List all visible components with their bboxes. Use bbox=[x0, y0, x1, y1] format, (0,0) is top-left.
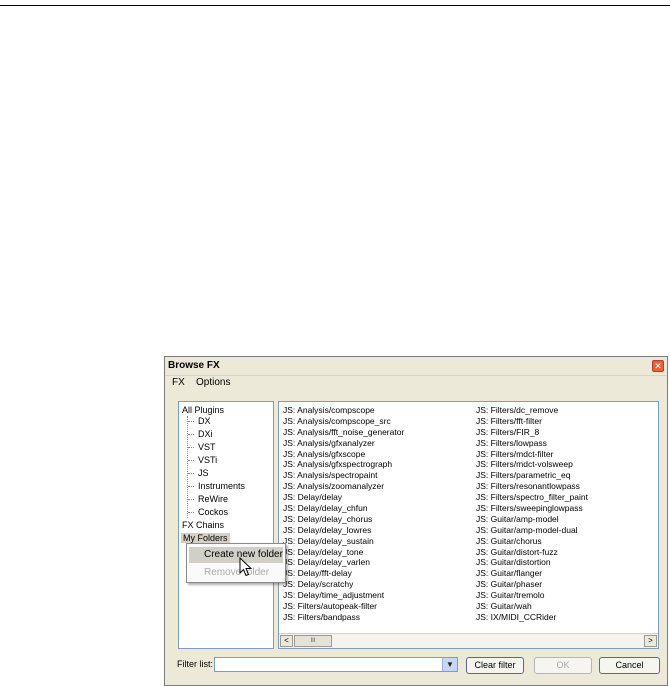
fx-list-item[interactable]: JS: Filters/FIR_8 bbox=[476, 427, 588, 438]
tree-branch bbox=[188, 486, 194, 487]
scroll-thumb[interactable]: III bbox=[294, 635, 332, 647]
tree-item-vsti[interactable]: VSTi bbox=[198, 455, 217, 465]
fx-list-item[interactable]: JS: Analysis/gfxscope bbox=[283, 449, 404, 460]
fx-list-item[interactable]: JS: Guitar/chorus bbox=[476, 536, 588, 547]
fx-list-item[interactable]: JS: Delay/delay_chfun bbox=[283, 503, 404, 514]
cancel-button[interactable]: Cancel bbox=[599, 657, 660, 674]
tree-item-dxi[interactable]: DXi bbox=[198, 429, 213, 439]
fx-list-item[interactable]: JS: Filters/sweepinglowpass bbox=[476, 503, 588, 514]
folder-context-menu: Create new folder Remove folder bbox=[186, 543, 286, 583]
grip-icon: III bbox=[310, 638, 316, 644]
fx-list-item[interactable]: JS: Filters/resonantlowpass bbox=[476, 481, 588, 492]
tree-item-my-folders[interactable]: My Folders bbox=[181, 533, 230, 543]
fx-list-item[interactable]: JS: Guitar/tremolo bbox=[476, 590, 588, 601]
fx-list-item[interactable]: JS: Guitar/distort-fuzz bbox=[476, 547, 588, 558]
filter-dropdown-button[interactable]: ▼ bbox=[442, 658, 457, 671]
fx-list-item[interactable]: JS: Filters/dc_remove bbox=[476, 405, 588, 416]
chevron-down-icon: ▼ bbox=[446, 660, 454, 669]
fx-list-item[interactable]: JS: Filters/bandpass bbox=[283, 612, 404, 623]
tree-item-rewire[interactable]: ReWire bbox=[198, 494, 228, 504]
fx-list-item[interactable]: JS: Delay/delay bbox=[283, 492, 404, 503]
tree-branch bbox=[188, 473, 194, 474]
fx-list-item[interactable]: JS: Filters/fft-filter bbox=[476, 416, 588, 427]
fx-list-item[interactable]: JS: Analysis/zoomanalyzer bbox=[283, 481, 404, 492]
tree-branch bbox=[188, 512, 194, 513]
fx-list-item[interactable]: JS: Filters/mdct-volsweep bbox=[476, 459, 588, 470]
tree-branch bbox=[188, 447, 194, 448]
fx-list[interactable]: JS: Analysis/compscope JS: Analysis/comps… bbox=[278, 401, 659, 649]
menu-options[interactable]: Options bbox=[196, 377, 230, 388]
tree-item-fx-chains[interactable]: FX Chains bbox=[182, 520, 224, 530]
filter-combobox[interactable]: ▼ bbox=[214, 657, 458, 672]
menu-item-remove-folder[interactable]: Remove folder bbox=[189, 565, 283, 581]
chevron-left-icon: < bbox=[284, 636, 289, 645]
fx-list-item[interactable]: JS: Delay/delay_chorus bbox=[283, 514, 404, 525]
fx-list-item[interactable]: JS: Guitar/amp-model-dual bbox=[476, 525, 588, 536]
filter-input[interactable] bbox=[217, 658, 437, 671]
fx-list-item[interactable]: JS: Delay/delay_varlen bbox=[283, 557, 404, 568]
tree-branch bbox=[188, 499, 194, 500]
tree-item-all-plugins[interactable]: All Plugins bbox=[182, 405, 224, 415]
fx-list-item[interactable]: JS: Delay/scratchy bbox=[283, 579, 404, 590]
close-button[interactable]: ✕ bbox=[652, 360, 664, 372]
fx-list-item[interactable]: JS: Guitar/phaser bbox=[476, 579, 588, 590]
menu-item-create-new-folder[interactable]: Create new folder bbox=[189, 547, 283, 563]
menu-bar: FX Options bbox=[165, 376, 667, 391]
clear-filter-button[interactable]: Clear filter bbox=[466, 657, 524, 674]
fx-list-item[interactable]: JS: Delay/time_adjustment bbox=[283, 590, 404, 601]
fx-list-item[interactable]: JS: Analysis/gfxanalyzer bbox=[283, 438, 404, 449]
fx-list-item[interactable]: JS: Filters/mdct-filter bbox=[476, 449, 588, 460]
fx-list-item[interactable]: JS: Delay/delay_sustain bbox=[283, 536, 404, 547]
menu-fx[interactable]: FX bbox=[172, 377, 185, 388]
tree-connector-line bbox=[187, 416, 188, 518]
chevron-right-icon: > bbox=[648, 636, 653, 645]
fx-column-right: JS: Filters/dc_remove JS: Filters/fft-fil… bbox=[476, 405, 588, 623]
horizontal-scrollbar[interactable]: < III > bbox=[279, 633, 658, 648]
scroll-right-button[interactable]: > bbox=[644, 635, 657, 647]
tree-item-cockos[interactable]: Cockos bbox=[198, 507, 228, 517]
fx-list-item[interactable]: JS: Guitar/flanger bbox=[476, 568, 588, 579]
page-top-rule bbox=[0, 5, 670, 6]
fx-list-item[interactable]: JS: Delay/fft-delay bbox=[283, 568, 404, 579]
mouse-pointer-icon bbox=[239, 557, 253, 577]
tree-branch bbox=[188, 421, 194, 422]
fx-list-item[interactable]: JS: Analysis/compscope_src bbox=[283, 416, 404, 427]
fx-list-item[interactable]: JS: Analysis/gfxspectrograph bbox=[283, 459, 404, 470]
fx-list-item[interactable]: JS: IX/MIDI_CCRider bbox=[476, 612, 588, 623]
folder-tree[interactable]: All Plugins DX DXi VST VSTi JS Instrumen… bbox=[178, 401, 274, 649]
browse-fx-window: Browse FX ✕ FX Options All Plugins DX DX… bbox=[164, 356, 668, 686]
tree-item-js[interactable]: JS bbox=[198, 468, 209, 478]
fx-list-item[interactable]: JS: Guitar/distortion bbox=[476, 557, 588, 568]
tree-branch bbox=[188, 460, 194, 461]
fx-list-item[interactable]: JS: Guitar/amp-model bbox=[476, 514, 588, 525]
close-icon: ✕ bbox=[654, 361, 662, 371]
title-bar: Browse FX ✕ bbox=[165, 357, 667, 376]
tree-item-instruments[interactable]: Instruments bbox=[198, 481, 245, 491]
window-title: Browse FX bbox=[168, 360, 220, 371]
fx-list-item[interactable]: JS: Filters/autopeak-filter bbox=[283, 601, 404, 612]
scroll-left-button[interactable]: < bbox=[280, 635, 293, 647]
fx-list-item[interactable]: JS: Analysis/compscope bbox=[283, 405, 404, 416]
fx-list-item[interactable]: JS: Guitar/wah bbox=[476, 601, 588, 612]
tree-branch bbox=[188, 434, 194, 435]
filter-label: Filter list: bbox=[177, 659, 213, 669]
ok-button[interactable]: OK bbox=[534, 657, 592, 674]
fx-list-item[interactable]: JS: Delay/delay_tone bbox=[283, 547, 404, 558]
fx-column-left: JS: Analysis/compscope JS: Analysis/comps… bbox=[283, 405, 404, 623]
fx-list-item[interactable]: JS: Filters/lowpass bbox=[476, 438, 588, 449]
tree-item-vst[interactable]: VST bbox=[198, 442, 216, 452]
fx-list-item[interactable]: JS: Analysis/spectropaint bbox=[283, 470, 404, 481]
tree-item-dx[interactable]: DX bbox=[198, 416, 211, 426]
fx-list-item[interactable]: JS: Analysis/fft_noise_generator bbox=[283, 427, 404, 438]
fx-list-item[interactable]: JS: Delay/delay_lowres bbox=[283, 525, 404, 536]
fx-list-item[interactable]: JS: Filters/spectro_filter_paint bbox=[476, 492, 588, 503]
fx-list-item[interactable]: JS: Filters/parametric_eq bbox=[476, 470, 588, 481]
